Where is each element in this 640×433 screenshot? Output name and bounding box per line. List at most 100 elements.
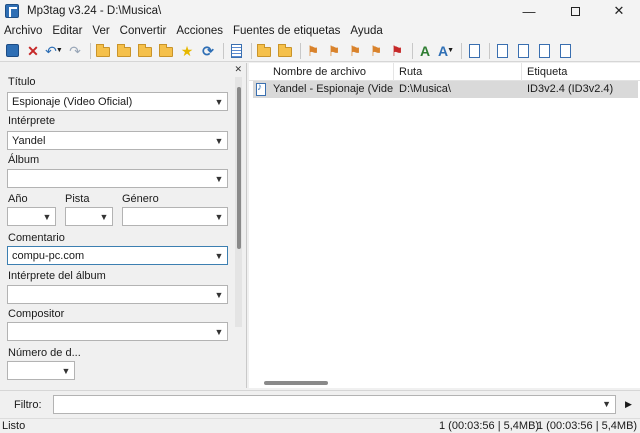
- chevron-down-icon[interactable]: ▼: [211, 97, 227, 107]
- column-path[interactable]: Ruta: [399, 66, 422, 78]
- track-field[interactable]: ▼: [65, 207, 113, 226]
- tag-tag-button[interactable]: ⚑: [367, 42, 385, 60]
- musicbrainz-button[interactable]: [556, 42, 574, 60]
- export-button[interactable]: [255, 42, 273, 60]
- toolbar-separator: [412, 42, 413, 59]
- star-icon: ★: [180, 42, 194, 59]
- chevron-down-icon[interactable]: ▼: [211, 174, 227, 184]
- print-icon: [278, 44, 292, 57]
- table-row[interactable]: Yandel - Espionaje (Vide... D:\Musica\ I…: [253, 81, 638, 98]
- horizontal-scrollbar-thumb[interactable]: [264, 381, 328, 385]
- menu-fuentes-de-etiquetas[interactable]: Fuentes de etiquetas: [228, 25, 345, 37]
- maximize-button[interactable]: [552, 0, 598, 22]
- chevron-down-icon[interactable]: ▼: [602, 399, 611, 409]
- year-label: Año: [8, 193, 28, 205]
- chevron-down-icon[interactable]: ▼: [211, 327, 227, 337]
- audio-file-icon: [256, 82, 266, 96]
- folder-open-icon: [138, 44, 152, 57]
- tag-filename-button[interactable]: ⚑: [304, 42, 322, 60]
- menu-ver[interactable]: Ver: [87, 25, 114, 37]
- comment-field[interactable]: compu-pc.com ▼: [7, 246, 228, 265]
- discogs-button[interactable]: [535, 42, 553, 60]
- column-divider[interactable]: [393, 63, 394, 81]
- menu-editar[interactable]: Editar: [47, 25, 87, 37]
- save-button[interactable]: [3, 42, 21, 60]
- disc-number-label: Número de d...: [8, 347, 81, 359]
- filename-tag-button[interactable]: ⚑: [325, 42, 343, 60]
- tag-tag-icon: ⚑: [369, 42, 383, 59]
- window-title: Mp3tag v3.24 - D:\Musica\: [27, 5, 162, 17]
- column-divider[interactable]: [521, 63, 522, 81]
- composer-field[interactable]: ▼: [7, 322, 228, 341]
- column-tag[interactable]: Etiqueta: [527, 66, 567, 78]
- filter-apply-button[interactable]: ▶: [620, 395, 637, 414]
- tag-panel: ✕ Título Espionaje (Video Oficial) ▼ Int…: [0, 63, 247, 388]
- edit-document-icon: [468, 43, 480, 58]
- disc-number-field[interactable]: ▼: [7, 361, 75, 380]
- extended-tags-button[interactable]: [465, 42, 483, 60]
- column-filename[interactable]: Nombre de archivo: [273, 66, 366, 78]
- menu-convertir[interactable]: Convertir: [115, 25, 172, 37]
- redo-icon: ↷: [69, 42, 81, 59]
- cell-path: D:\Musica\: [399, 83, 451, 95]
- text-file-tag-button[interactable]: ⚑: [346, 42, 364, 60]
- refresh-button[interactable]: ⟳: [199, 42, 217, 60]
- list-header: Nombre de archivo Ruta Etiqueta: [249, 63, 640, 81]
- filter-label: Filtro:: [14, 399, 42, 411]
- tag-sources-button[interactable]: [493, 42, 511, 60]
- chevron-down-icon[interactable]: ▼: [58, 366, 74, 376]
- filename-filename-button[interactable]: ⚑: [388, 42, 406, 60]
- chevron-down-icon[interactable]: ▼: [211, 136, 227, 146]
- filter-bar: Filtro: ▼ ▶: [0, 390, 640, 418]
- toolbar-separator: [300, 42, 301, 59]
- close-panel-icon[interactable]: ✕: [234, 64, 242, 75]
- document-list-icon: [230, 43, 242, 58]
- undo-button[interactable]: ↶ ▼: [45, 42, 63, 60]
- chevron-down-icon[interactable]: ▼: [211, 212, 227, 222]
- album-artist-label: Intérprete del álbum: [8, 270, 106, 282]
- redo-button[interactable]: ↷: [66, 42, 84, 60]
- playlist-button[interactable]: [157, 42, 175, 60]
- change-directory-button[interactable]: [94, 42, 112, 60]
- menu-bar: Archivo Editar Ver Convertir Acciones Fu…: [0, 22, 640, 40]
- toolbar-separator: [489, 42, 490, 59]
- chevron-down-icon[interactable]: ▼: [96, 212, 112, 222]
- print-button[interactable]: [276, 42, 294, 60]
- year-field[interactable]: ▼: [7, 207, 56, 226]
- toolbar-separator: [251, 42, 252, 59]
- close-button[interactable]: ✕: [598, 0, 640, 22]
- genre-field[interactable]: ▼: [122, 207, 228, 226]
- scrollbar-thumb[interactable]: [237, 87, 241, 249]
- album-label: Álbum: [8, 154, 40, 166]
- folder-check-icon: [96, 44, 110, 57]
- title-field[interactable]: Espionaje (Video Oficial) ▼: [7, 92, 228, 111]
- folder-playlist-icon: [159, 44, 173, 57]
- refresh-icon: ⟳: [202, 42, 214, 59]
- minimize-button[interactable]: —: [506, 0, 552, 22]
- freedb-icon: [517, 43, 529, 58]
- chevron-down-icon[interactable]: ▼: [211, 251, 227, 261]
- menu-archivo[interactable]: Archivo: [0, 25, 47, 37]
- add-directory-button[interactable]: [115, 42, 133, 60]
- play-arrow-icon: ▶: [625, 399, 632, 409]
- filter-input[interactable]: ▼: [53, 395, 616, 414]
- toolbar-separator: [223, 42, 224, 59]
- options-button[interactable]: [227, 42, 245, 60]
- title-label: Título: [8, 76, 36, 88]
- artist-field[interactable]: Yandel ▼: [7, 131, 228, 150]
- app-icon: [5, 4, 19, 18]
- remove-tag-button[interactable]: ✕: [24, 42, 42, 60]
- chevron-down-icon[interactable]: ▼: [211, 290, 227, 300]
- case-conversion-button[interactable]: A ▼: [437, 42, 455, 60]
- chevron-down-icon[interactable]: ▼: [39, 212, 55, 222]
- open-folder-button[interactable]: [136, 42, 154, 60]
- freedb-button[interactable]: [514, 42, 532, 60]
- favorites-button[interactable]: ★: [178, 42, 196, 60]
- toolbar: ✕ ↶ ▼ ↷ ★ ⟳ ⚑ ⚑ ⚑ ⚑ ⚑ A A ▼: [0, 40, 640, 62]
- album-field[interactable]: ▼: [7, 169, 228, 188]
- album-artist-field[interactable]: ▼: [7, 285, 228, 304]
- menu-acciones[interactable]: Acciones: [171, 25, 228, 37]
- menu-ayuda[interactable]: Ayuda: [345, 25, 387, 37]
- autonumber-button[interactable]: A: [416, 42, 434, 60]
- filename-tag-icon: ⚑: [327, 42, 341, 59]
